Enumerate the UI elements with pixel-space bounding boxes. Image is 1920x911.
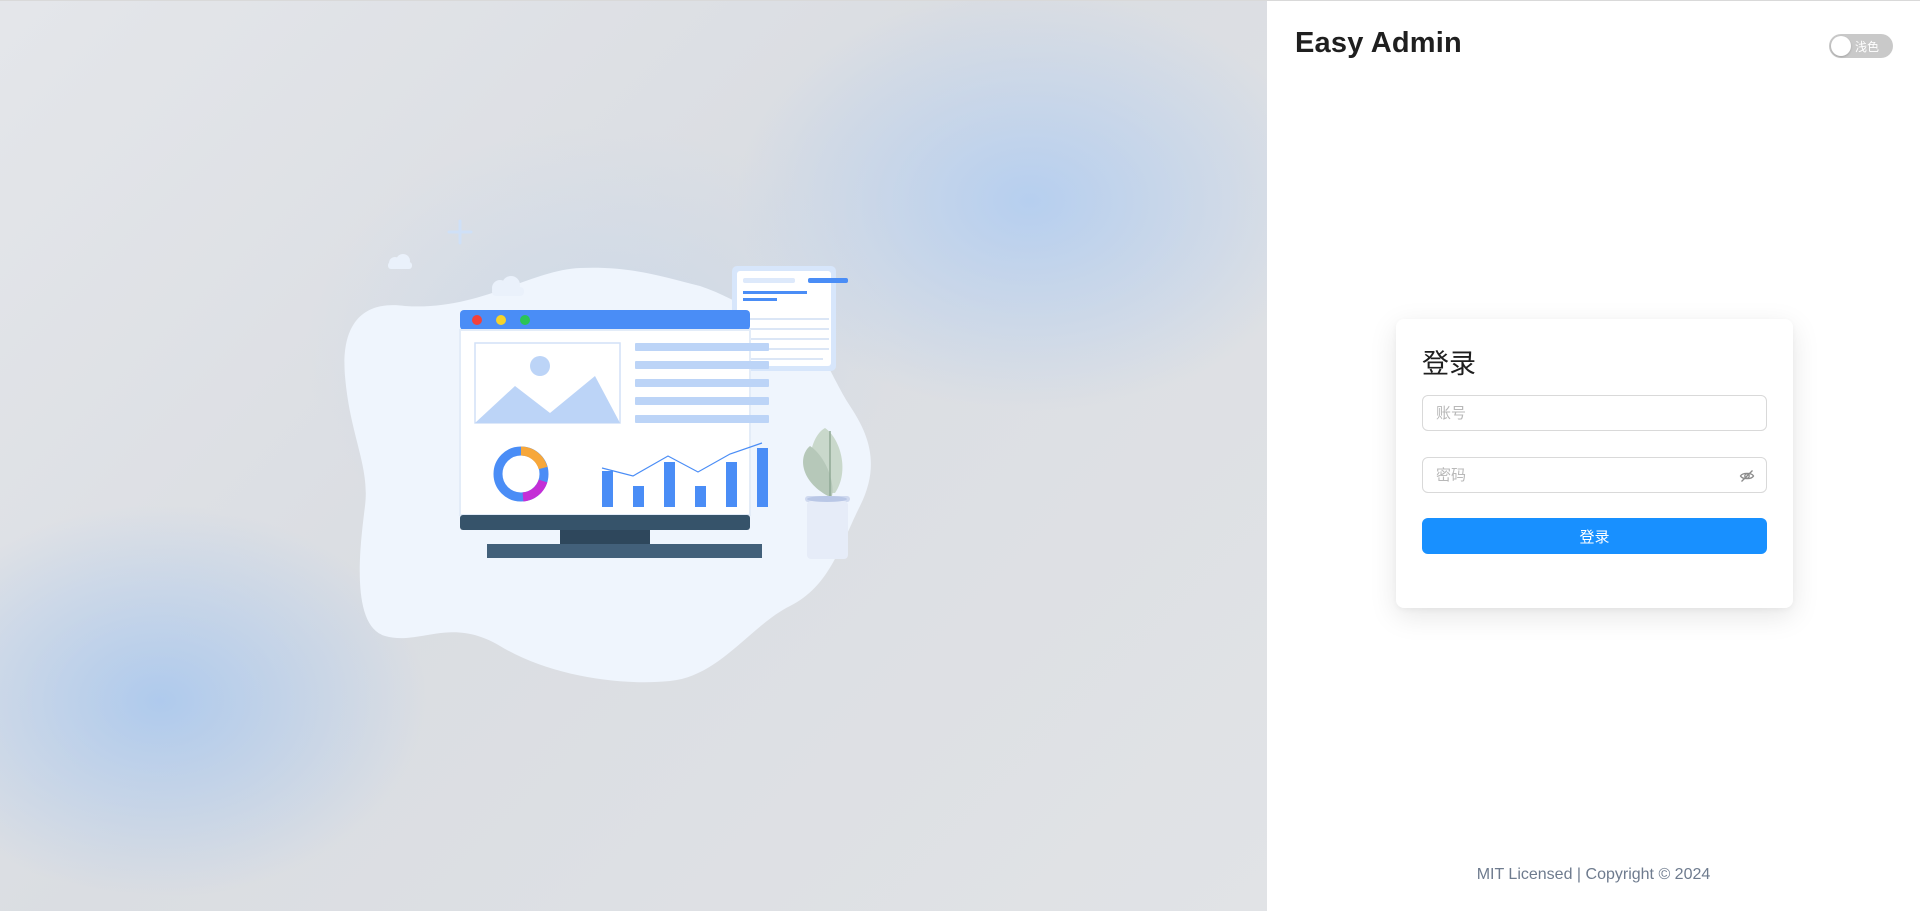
- eye-invisible-icon[interactable]: [1739, 468, 1755, 484]
- account-input[interactable]: [1423, 396, 1766, 430]
- theme-toggle-label: 浅色: [1855, 40, 1880, 54]
- login-button[interactable]: 登录: [1422, 518, 1767, 554]
- plus-decoration: [447, 219, 473, 245]
- illustration-pane: [0, 1, 1267, 911]
- cloud-icon: [492, 276, 524, 296]
- app-title: Easy Admin: [1295, 27, 1462, 59]
- password-input[interactable]: [1423, 458, 1766, 492]
- cloud-icon: [388, 254, 412, 269]
- monitor: [459, 310, 769, 558]
- login-pane: Easy Admin 浅色 登录 登录 MIT Licensed | Copyr…: [1267, 1, 1920, 911]
- footer-copyright: MIT Licensed | Copyright © 2024: [1476, 866, 1711, 883]
- login-page: Easy Admin 浅色 登录 登录 MIT Licensed | Copyr…: [0, 0, 1920, 911]
- login-card: 登录 登录: [1396, 319, 1793, 608]
- login-title: 登录: [1422, 349, 1476, 379]
- password-field: [1422, 457, 1767, 493]
- toggle-knob: [1831, 36, 1851, 56]
- theme-toggle[interactable]: 浅色: [1829, 34, 1893, 58]
- account-field: [1422, 395, 1767, 431]
- dashboard-illustration: [344, 219, 871, 683]
